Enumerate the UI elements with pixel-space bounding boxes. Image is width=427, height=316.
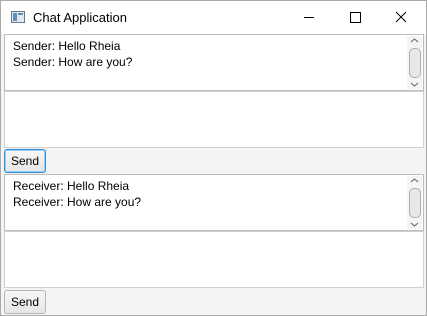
sender-message-line: Sender: How are you? xyxy=(13,55,133,69)
window-title: Chat Application xyxy=(33,10,127,25)
minimize-icon xyxy=(304,17,314,18)
scroll-thumb[interactable] xyxy=(409,188,421,218)
receiver-message-line: Receiver: How are you? xyxy=(13,195,142,209)
receiver-chat-log[interactable]: Receiver: Hello Rheia Receiver: How are … xyxy=(4,174,424,231)
scroll-thumb[interactable] xyxy=(409,48,421,78)
receiver-log-scrollbar[interactable] xyxy=(407,176,422,229)
close-button[interactable] xyxy=(378,1,424,34)
sender-send-button[interactable]: Send xyxy=(4,149,46,173)
receiver-send-button[interactable]: Send xyxy=(4,290,46,314)
sender-message-input[interactable] xyxy=(4,91,424,148)
close-icon xyxy=(395,11,407,23)
maximize-icon xyxy=(350,12,361,23)
scroll-up-arrow-icon[interactable] xyxy=(407,36,422,45)
receiver-message-line: Receiver: Hello Rheia xyxy=(13,179,130,193)
app-window-icon xyxy=(11,11,25,23)
scroll-down-arrow-icon[interactable] xyxy=(407,220,422,229)
sender-message-line: Sender: Hello Rheia xyxy=(13,39,121,53)
scroll-down-arrow-icon[interactable] xyxy=(407,80,422,89)
sender-chat-log[interactable]: Sender: Hello Rheia Sender: How are you? xyxy=(4,34,424,91)
receiver-message-input[interactable] xyxy=(4,231,424,288)
app-window: Chat Application Sender: Hello Rheia Sen… xyxy=(0,0,427,316)
sender-log-scrollbar[interactable] xyxy=(407,36,422,89)
minimize-button[interactable] xyxy=(286,1,332,34)
title-bar[interactable]: Chat Application xyxy=(1,1,426,34)
scroll-up-arrow-icon[interactable] xyxy=(407,176,422,185)
maximize-button[interactable] xyxy=(332,1,378,34)
